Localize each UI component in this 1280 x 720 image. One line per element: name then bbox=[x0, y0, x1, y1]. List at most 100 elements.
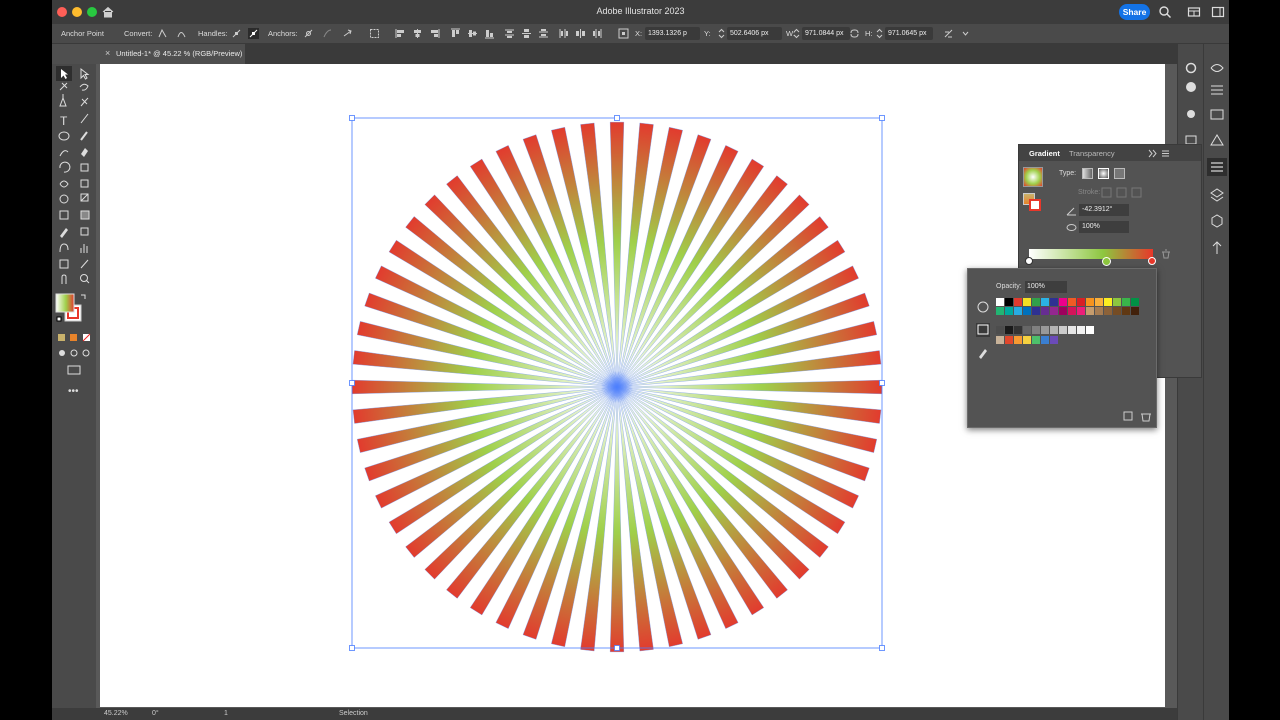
color-swatch[interactable] bbox=[996, 326, 1004, 334]
color-swatch[interactable] bbox=[1068, 307, 1076, 315]
delete-stop-icon[interactable] bbox=[1161, 249, 1171, 259]
screen-mode-icon[interactable] bbox=[67, 365, 81, 375]
document-tab[interactable]: × Untitled-1* @ 45.22 % (RGB/Preview) bbox=[52, 44, 245, 64]
workspace-switcher-icon[interactable] bbox=[1211, 5, 1225, 19]
radial-gradient-button[interactable] bbox=[1098, 168, 1109, 179]
convert-to-smooth-icon[interactable] bbox=[176, 28, 187, 39]
direct-selection-tool-icon[interactable] bbox=[80, 67, 90, 80]
color-swatch[interactable] bbox=[1014, 298, 1022, 306]
w-stepper-icon[interactable] bbox=[791, 28, 802, 39]
color-swatch[interactable] bbox=[1095, 307, 1103, 315]
gradient-panel-icon[interactable] bbox=[1185, 135, 1197, 145]
color-swatch[interactable] bbox=[1077, 307, 1085, 315]
color-swatch[interactable] bbox=[1041, 326, 1049, 334]
free-transform-tool-icon[interactable] bbox=[80, 179, 89, 188]
gradient-stop-red[interactable] bbox=[1148, 257, 1156, 265]
default-fill-stroke-icon[interactable] bbox=[56, 316, 62, 322]
align-center-icon[interactable] bbox=[412, 28, 423, 39]
color-swatch[interactable] bbox=[1104, 307, 1112, 315]
gradient-stop-green[interactable] bbox=[1102, 257, 1111, 266]
align-top-icon[interactable] bbox=[450, 28, 461, 39]
color-swatch[interactable] bbox=[1113, 307, 1121, 315]
close-tab-icon[interactable]: × bbox=[105, 48, 110, 58]
arrange-documents-icon[interactable] bbox=[1187, 5, 1201, 19]
select-similar-icon[interactable] bbox=[369, 28, 380, 39]
color-swatch[interactable] bbox=[1023, 336, 1031, 344]
scale-tool-icon[interactable] bbox=[80, 163, 89, 172]
color-swatch[interactable] bbox=[1122, 307, 1130, 315]
paintbrush-tool-icon[interactable] bbox=[80, 131, 88, 141]
cut-path-icon[interactable] bbox=[342, 28, 353, 39]
color-swatch[interactable] bbox=[1059, 326, 1067, 334]
color-swatch[interactable] bbox=[1005, 326, 1013, 334]
color-swatch[interactable] bbox=[996, 336, 1004, 344]
ellipse-tool-icon[interactable] bbox=[58, 131, 70, 141]
perspective-grid-tool-icon[interactable] bbox=[80, 193, 89, 202]
distribute-hcenter-icon[interactable] bbox=[575, 28, 586, 39]
width-field[interactable]: 971.0844 px bbox=[802, 27, 850, 40]
color-swatch[interactable] bbox=[1032, 307, 1040, 315]
panel-menu-icon[interactable] bbox=[1147, 149, 1171, 158]
color-swatch[interactable] bbox=[1095, 298, 1103, 306]
color-swatch[interactable] bbox=[1113, 298, 1121, 306]
eraser-tool-icon[interactable] bbox=[81, 148, 88, 157]
hide-handles-icon[interactable] bbox=[248, 28, 259, 39]
selection-handle[interactable] bbox=[349, 115, 355, 121]
align-right-icon[interactable] bbox=[429, 28, 440, 39]
layers-icon[interactable] bbox=[1210, 188, 1224, 202]
color-swatch[interactable] bbox=[1023, 307, 1031, 315]
color-swatch[interactable] bbox=[1023, 326, 1031, 334]
selection-handle[interactable] bbox=[614, 115, 620, 121]
rotation-value[interactable]: 0° bbox=[152, 710, 159, 717]
color-swatch[interactable] bbox=[1131, 307, 1139, 315]
color-swatch[interactable] bbox=[1005, 298, 1013, 306]
h-stepper-icon[interactable] bbox=[874, 28, 885, 39]
fill-swatch[interactable] bbox=[55, 293, 75, 313]
x-position-field[interactable]: 1393.1326 p bbox=[645, 27, 700, 40]
line-tool-icon[interactable] bbox=[80, 113, 89, 124]
color-swatch[interactable] bbox=[1068, 326, 1076, 334]
gradient-preview-swatch[interactable] bbox=[1023, 167, 1043, 187]
gradient-tool-icon[interactable] bbox=[80, 210, 90, 220]
symbol-sprayer-tool-icon[interactable] bbox=[59, 243, 69, 253]
magic-wand-tool-icon[interactable] bbox=[59, 82, 68, 91]
aspect-ratio-field[interactable]: 100% bbox=[1079, 221, 1129, 233]
curvature-tool-icon[interactable] bbox=[80, 97, 89, 107]
linear-gradient-button[interactable] bbox=[1082, 168, 1093, 179]
mesh-tool-icon[interactable] bbox=[59, 210, 69, 220]
color-swatch[interactable] bbox=[1050, 326, 1058, 334]
color-swatch[interactable] bbox=[1086, 326, 1094, 334]
color-swatch[interactable] bbox=[1050, 307, 1058, 315]
freeform-gradient-button[interactable] bbox=[1114, 168, 1125, 179]
color-swatch[interactable] bbox=[1086, 298, 1094, 306]
properties-gear-icon[interactable] bbox=[1185, 62, 1197, 74]
constrain-proportions-icon[interactable] bbox=[849, 28, 860, 39]
shaper-tool-icon[interactable] bbox=[59, 150, 69, 157]
swap-fill-stroke-icon[interactable] bbox=[81, 294, 86, 299]
color-swatch[interactable] bbox=[1050, 336, 1058, 344]
selection-handle[interactable] bbox=[349, 380, 355, 386]
color-swatch[interactable] bbox=[1059, 307, 1067, 315]
info-icon[interactable] bbox=[1186, 82, 1196, 92]
brushes-icon[interactable] bbox=[1210, 134, 1224, 146]
zoom-tool-icon[interactable] bbox=[80, 274, 88, 282]
color-swatch[interactable] bbox=[1059, 298, 1067, 306]
color-swatch[interactable] bbox=[1122, 298, 1130, 306]
new-swatch-icon[interactable] bbox=[1123, 411, 1133, 421]
color-swatch[interactable] bbox=[1041, 307, 1049, 315]
selection-handle[interactable] bbox=[879, 645, 885, 651]
convert-to-corner-icon[interactable] bbox=[157, 28, 168, 39]
tab-transparency[interactable]: Transparency bbox=[1069, 149, 1115, 158]
type-tool-icon[interactable]: T bbox=[60, 114, 68, 128]
3d-materials-icon[interactable] bbox=[1211, 214, 1223, 228]
shape-builder-tool-icon[interactable] bbox=[59, 194, 69, 204]
color-swatch[interactable] bbox=[996, 307, 1004, 315]
draw-inside-icon[interactable] bbox=[82, 349, 90, 357]
height-field[interactable]: 971.0645 px bbox=[885, 27, 933, 40]
color-swatch[interactable] bbox=[1005, 336, 1013, 344]
selection-handle[interactable] bbox=[349, 645, 355, 651]
distribute-left-icon[interactable] bbox=[558, 28, 569, 39]
artboard-number[interactable]: 1 bbox=[224, 710, 228, 717]
width-tool-icon[interactable] bbox=[59, 180, 69, 188]
rotate-tool-icon[interactable] bbox=[59, 161, 71, 173]
